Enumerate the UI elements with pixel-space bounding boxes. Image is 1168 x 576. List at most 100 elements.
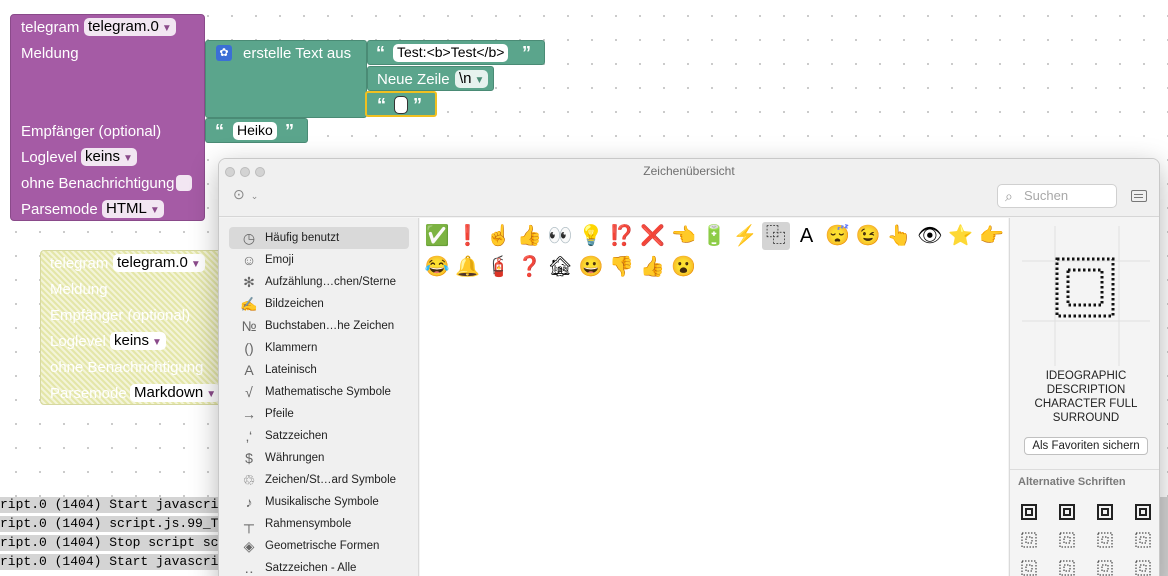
loglevel-label: Loglevel <box>21 149 77 166</box>
newline-block[interactable]: Neue Zeile \n ▼ <box>367 66 494 91</box>
category-item[interactable]: () Klammern <box>229 337 409 359</box>
character-cell[interactable]: ⿻ <box>761 222 790 250</box>
character-cell[interactable]: 😀 <box>577 253 605 281</box>
character-cell[interactable]: 💡 <box>577 222 605 250</box>
alternative-glyph[interactable] <box>1135 560 1151 576</box>
character-cell[interactable]: ☝️ <box>485 222 513 250</box>
parsemode-dropdown[interactable]: HTML ▼ <box>102 200 164 218</box>
add-favorite-button[interactable]: Als Favoriten sichern <box>1024 437 1148 455</box>
dollar-icon: $ <box>245 450 253 466</box>
character-cell[interactable]: ⭐ <box>947 222 975 250</box>
character-cell[interactable]: ⚡ <box>731 222 759 250</box>
category-label: Mathematische Symbole <box>265 386 391 398</box>
chevron-down-icon: ▼ <box>190 259 201 270</box>
loglevel-dropdown[interactable]: keins ▼ <box>81 148 137 166</box>
smiley-icon: ☺ <box>241 252 257 268</box>
category-item[interactable]: ‥ Satzzeichen - Alle <box>229 557 409 576</box>
action-menu-button[interactable]: ⊙ ⌄ <box>233 186 258 203</box>
text-item-3-field[interactable] <box>394 96 408 114</box>
text-item-1-field[interactable]: Test:<b>Test</b> <box>393 44 509 62</box>
alternative-glyph[interactable] <box>1135 532 1151 548</box>
character-cell[interactable]: 🔔 <box>454 253 482 281</box>
category-label: Pfeile <box>265 408 294 420</box>
alternative-glyph[interactable] <box>1097 560 1113 576</box>
character-cell[interactable]: ⁉️ <box>608 222 636 250</box>
category-label: Währungen <box>265 452 325 464</box>
dots-icon: ‥ <box>244 560 254 576</box>
loglevel-dropdown[interactable]: keins ▼ <box>110 332 166 350</box>
text-item-3-block[interactable]: “ ” <box>365 91 437 117</box>
alternative-glyph[interactable] <box>1021 504 1037 520</box>
category-item[interactable]: $ Währungen <box>229 447 409 469</box>
category-item[interactable]: √ Mathematische Symbole <box>229 381 409 403</box>
category-item[interactable]: ‚‘ Satzzeichen <box>229 425 409 447</box>
character-cell[interactable]: 👈 <box>669 222 697 250</box>
category-item[interactable]: ✍ Bildzeichen <box>229 293 409 315</box>
character-cell[interactable]: A <box>793 222 821 250</box>
character-cell[interactable]: 👉 <box>977 222 1005 250</box>
silent-checkbox[interactable] <box>176 175 192 191</box>
character-cell[interactable]: 😉 <box>854 222 882 250</box>
character-cell[interactable]: 👆 <box>885 222 913 250</box>
character-cell[interactable]: ❌ <box>639 222 667 250</box>
log-panel-right <box>1160 497 1168 576</box>
character-cell[interactable]: ✅ <box>423 222 451 250</box>
alternative-glyph[interactable] <box>1059 504 1075 520</box>
open-quote-icon: “ <box>377 95 386 115</box>
character-cell[interactable]: 🧯 <box>485 253 513 281</box>
square-root-icon: √ <box>245 384 253 400</box>
sidebar-toggle-icon[interactable] <box>1131 190 1147 202</box>
character-cell[interactable]: 🏚 <box>546 253 574 281</box>
alternative-glyph[interactable] <box>1135 504 1151 520</box>
alternative-glyph[interactable] <box>1097 504 1113 520</box>
character-grid: ✅ ❗ ☝️ 👍 👀 💡 ⁉️ ❌ 👈 🔋 ⚡ ⿻ A 😴 😉 👆 👁 ⭐ 👉 😂 🔔 🧯 ❓ 🏚 😀 👎 👍 😮 <box>420 218 1008 576</box>
text-item-1-block[interactable]: “ Test:<b>Test</b> ” <box>367 40 545 65</box>
category-item[interactable]: № Buchstaben…he Zeichen <box>229 315 409 337</box>
alternative-glyph[interactable] <box>1059 560 1075 576</box>
category-item[interactable]: → Pfeile <box>229 403 409 425</box>
chevron-down-icon: ▼ <box>474 75 485 86</box>
instance-dropdown[interactable]: telegram.0 ▼ <box>113 254 205 272</box>
category-item[interactable]: ♪ Musikalische Symbole <box>229 491 409 513</box>
detail-panel: IDEOGRAPHIC DESCRIPTION CHARACTER FULL S… <box>1009 218 1159 576</box>
category-item[interactable]: ♲ Zeichen/St…ard Symbole <box>229 469 409 491</box>
character-cell[interactable]: 👍 <box>639 253 667 281</box>
recycle-icon: ♲ <box>242 472 256 488</box>
alternative-glyph[interactable] <box>1097 532 1113 548</box>
character-cell[interactable]: 😮 <box>669 253 697 281</box>
recipient-field[interactable]: Heiko <box>233 122 277 140</box>
character-cell[interactable]: 👎 <box>608 253 636 281</box>
category-item[interactable]: A Lateinisch <box>229 359 409 381</box>
character-viewer-window: Zeichenübersicht ⊙ ⌄ ⌕ Suchen ◷ Häufig ben… <box>218 158 1160 576</box>
character-cell[interactable]: 🔋 <box>700 222 728 250</box>
character-cell[interactable]: 👍 <box>515 222 543 250</box>
search-input[interactable]: ⌕ Suchen <box>997 184 1117 208</box>
asterisk-icon: ✻ <box>243 274 255 290</box>
character-cell[interactable]: 😴 <box>823 222 851 250</box>
parsemode-dropdown[interactable]: Markdown ▼ <box>130 384 221 402</box>
category-item[interactable]: ✻ Aufzählung…chen/Sterne <box>229 271 409 293</box>
character-cell[interactable]: 👁 <box>916 222 944 250</box>
category-item[interactable]: ◈ Geometrische Formen <box>229 535 409 557</box>
newline-dropdown[interactable]: \n ▼ <box>455 70 489 88</box>
category-item[interactable]: ☺ Emoji <box>229 249 409 271</box>
chevron-down-icon: ⌄ <box>250 191 259 201</box>
alternative-glyph[interactable] <box>1021 532 1037 548</box>
alternative-glyph[interactable] <box>1021 560 1037 576</box>
text-join-block[interactable]: ✿ erstelle Text aus <box>205 40 367 118</box>
instance-dropdown[interactable]: telegram.0 ▼ <box>84 18 176 36</box>
gear-icon[interactable]: ✿ <box>216 45 232 61</box>
category-item[interactable]: ◷ Häufig benutzt <box>229 227 409 249</box>
recipient-text-block[interactable]: “ Heiko ” <box>205 118 308 143</box>
character-cell[interactable]: 😂 <box>423 253 451 281</box>
category-label: Geometrische Formen <box>265 540 380 552</box>
character-cell[interactable]: 👀 <box>546 222 574 250</box>
character-cell[interactable]: ❗ <box>454 222 482 250</box>
category-item[interactable]: ┬ Rahmensymbole <box>229 513 409 535</box>
disabled-telegram-block[interactable]: telegram telegram.0 ▼ Meldung Empfänger (… <box>40 250 225 405</box>
character-cell[interactable]: ❓ <box>515 253 543 281</box>
telegram-block[interactable]: telegram telegram.0 ▼ Meldung Empfänger (… <box>10 14 205 221</box>
newline-label: Neue Zeile <box>377 71 450 88</box>
alternative-glyph[interactable] <box>1059 532 1075 548</box>
category-label: Häufig benutzt <box>265 232 340 244</box>
